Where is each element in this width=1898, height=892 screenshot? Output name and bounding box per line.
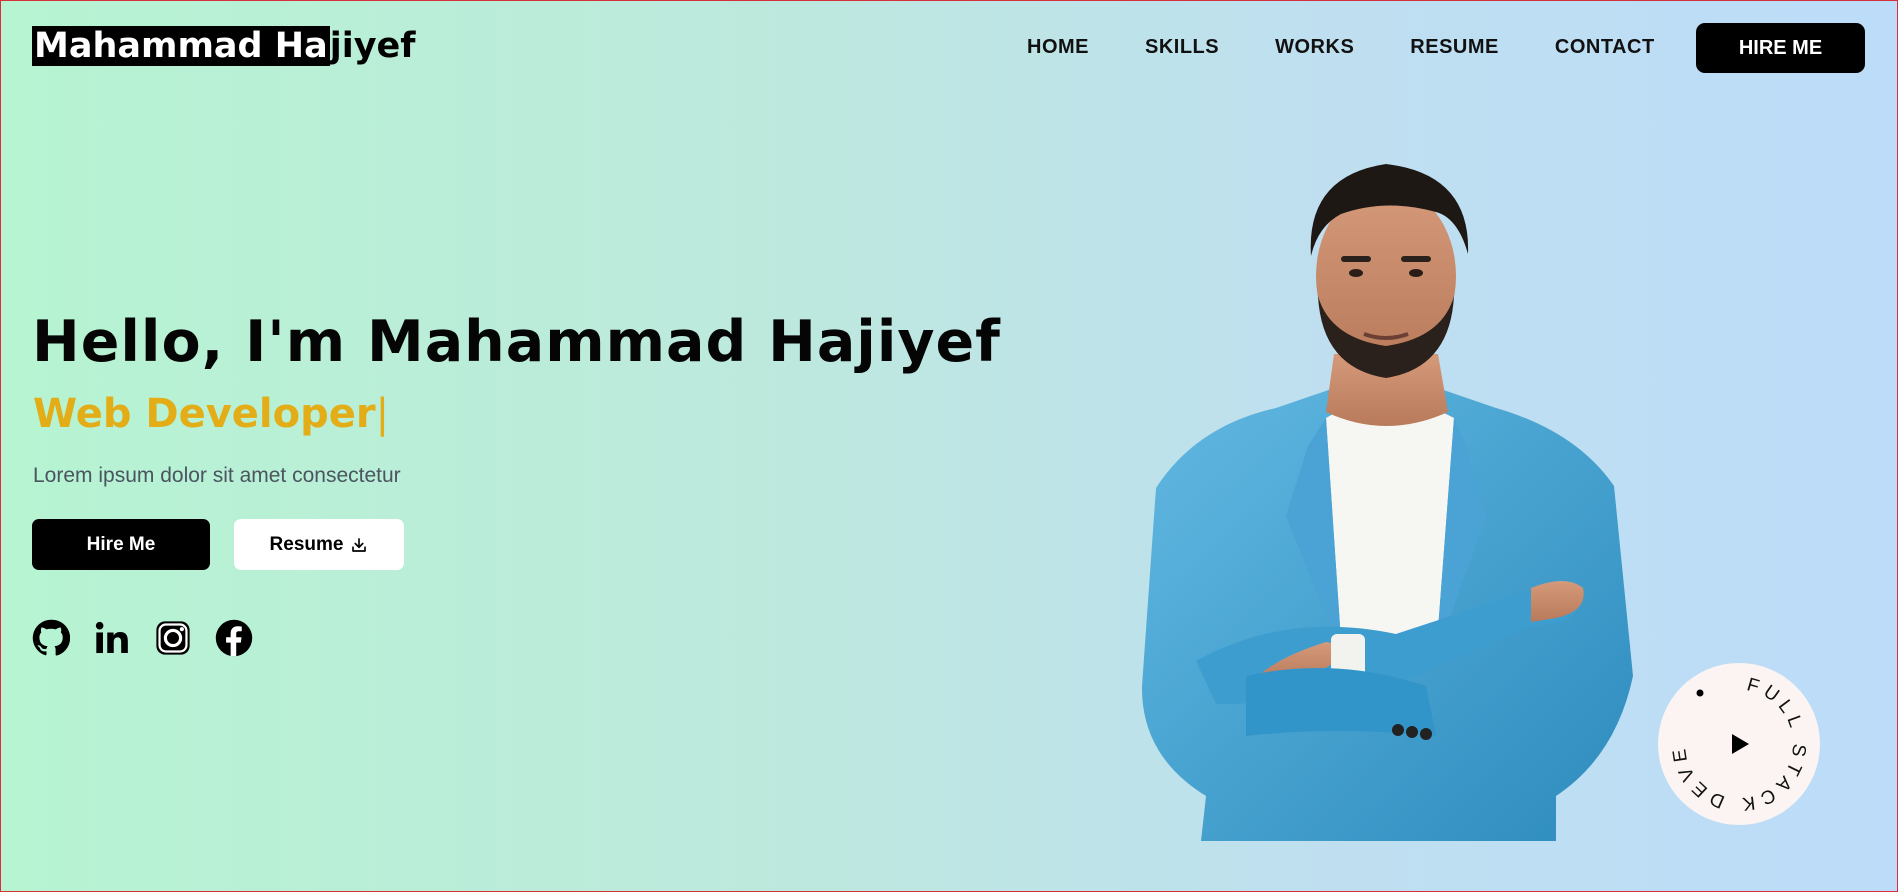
nav-skills[interactable]: SKILLS (1145, 33, 1219, 61)
hire-me-nav-button[interactable]: HIRE ME (1696, 23, 1865, 73)
facebook-icon[interactable] (215, 619, 253, 657)
full-stack-badge[interactable]: FULL STACK DEVELOPER (1648, 647, 1820, 825)
resume-button[interactable]: Resume (234, 519, 404, 570)
nav-links: HOME SKILLS WORKS RESUME CONTACT (1027, 33, 1711, 61)
nav-works[interactable]: WORKS (1275, 33, 1354, 61)
badge-ring: FULL STACK DEVELOPER (1648, 647, 1804, 815)
logo[interactable]: Mahammad Hajiyef (32, 22, 415, 70)
download-icon (352, 537, 367, 552)
navbar: Mahammad Hajiyef HOME SKILLS WORKS RESUM… (1, 1, 1897, 93)
logo-rest: jiyef (329, 26, 416, 66)
nav-home[interactable]: HOME (1027, 33, 1089, 61)
github-icon[interactable] (32, 619, 70, 657)
profile-photo (1141, 164, 1633, 841)
resume-label: Resume (269, 533, 344, 555)
nav-resume[interactable]: RESUME (1410, 33, 1499, 61)
hero-title: Hello, I'm Mahammad Hajiyef (32, 309, 1001, 375)
hero-description: Lorem ipsum dolor sit amet consectetur (33, 464, 401, 487)
instagram-icon[interactable] (154, 619, 192, 657)
play-icon (1732, 734, 1749, 754)
nav-contact[interactable]: CONTACT (1555, 33, 1655, 61)
social-links (32, 619, 276, 657)
linkedin-icon[interactable] (93, 619, 131, 657)
hero-role: Web Developer| (33, 391, 389, 437)
role-text: Web Developer (33, 391, 376, 437)
typing-cursor: | (375, 391, 390, 437)
logo-highlight: Mahammad Ha (32, 26, 330, 66)
hire-me-label: Hire Me (86, 533, 156, 555)
hire-me-button[interactable]: Hire Me (32, 519, 210, 570)
